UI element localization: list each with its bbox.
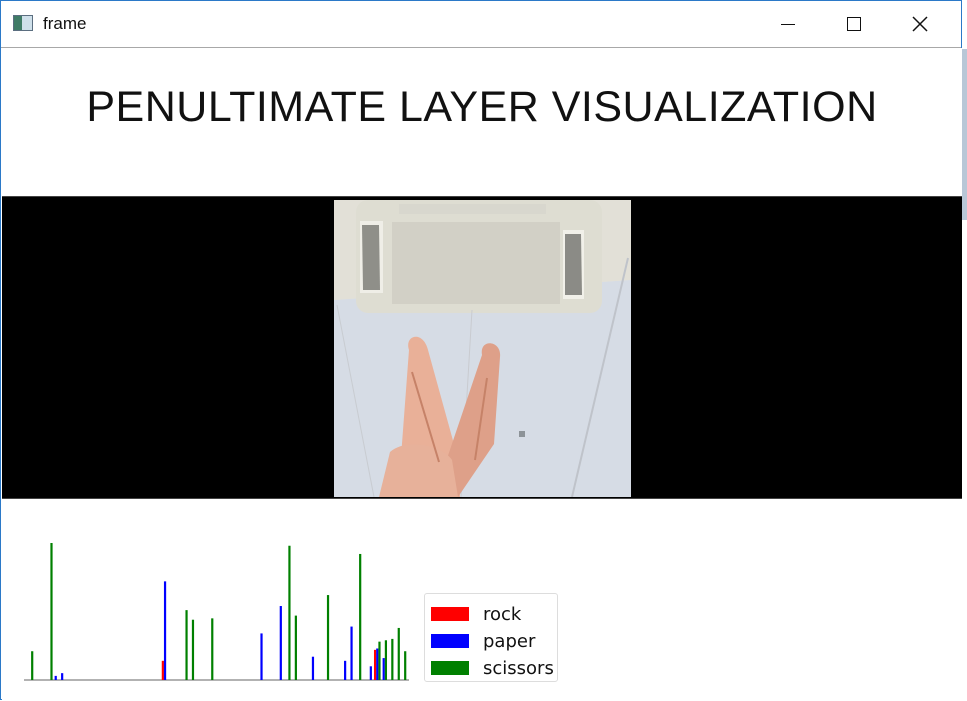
minimize-button[interactable] [765,1,811,47]
bar-scissors-52 [359,553,362,680]
app-window: frame PENULTIMATE LAYER VISUALIZATION ro… [0,0,962,701]
bar-chart-svg [24,543,409,681]
bar-paper-37 [260,633,263,680]
legend-item-rock: rock [431,602,521,626]
background-window-edge [962,0,967,700]
bar-scissors-59 [404,651,407,680]
legend-swatch-scissors [431,661,469,675]
minimize-icon [781,23,795,25]
close-button[interactable] [897,1,943,47]
bar-scissors-1 [31,651,34,680]
camera-view [2,197,962,498]
bar-scissors-56 [384,640,388,680]
legend-item-paper: paper [431,629,535,653]
title-bar[interactable]: frame [1,1,961,47]
bar-scissors-42 [294,615,297,680]
legend-swatch-rock [431,607,469,621]
page-title: PENULTIMATE LAYER VISUALIZATION [86,83,878,131]
bar-paper-40 [279,606,282,680]
window-content: PENULTIMATE LAYER VISUALIZATION rock pap… [2,48,962,701]
legend-label-rock: rock [483,603,522,625]
legend-label-paper: paper [483,630,536,652]
bar-paper-54 [369,666,372,680]
bar-scissors-26 [191,619,195,680]
bar-scissors-58 [397,627,400,680]
maximize-button[interactable] [831,1,877,47]
bar-paper-51 [350,626,353,680]
bar-paper-6 [61,673,64,680]
penultimate-layer-chart: rock paper scissors [2,499,962,701]
bar-paper-55 [376,648,379,680]
bar-scissors-41 [288,545,291,680]
bar-scissors-55 [378,641,381,680]
bar-scissors-4 [50,543,53,680]
bar-paper-50 [344,660,347,680]
close-icon [912,16,928,32]
bar-rock-55 [373,649,377,680]
bar-scissors-57 [391,638,394,680]
bar-paper-56 [382,658,385,680]
window-title: frame [43,14,87,33]
bar-paper-45 [311,656,315,680]
bar-paper-22 [163,581,167,680]
bar-scissors-25 [185,610,188,680]
maximize-icon [847,17,861,31]
chart-legend: rock paper scissors [424,593,558,682]
bar-rock-22 [161,660,164,680]
legend-label-scissors: scissors [483,657,554,679]
bar-paper-5 [54,675,57,680]
bar-scissors-29 [211,618,214,680]
chart-plot-area [24,537,409,682]
legend-item-scissors: scissors [431,656,554,680]
camera-image [334,200,631,497]
legend-swatch-paper [431,634,469,648]
app-window-icon [13,15,33,31]
bar-scissors-47 [326,595,330,680]
